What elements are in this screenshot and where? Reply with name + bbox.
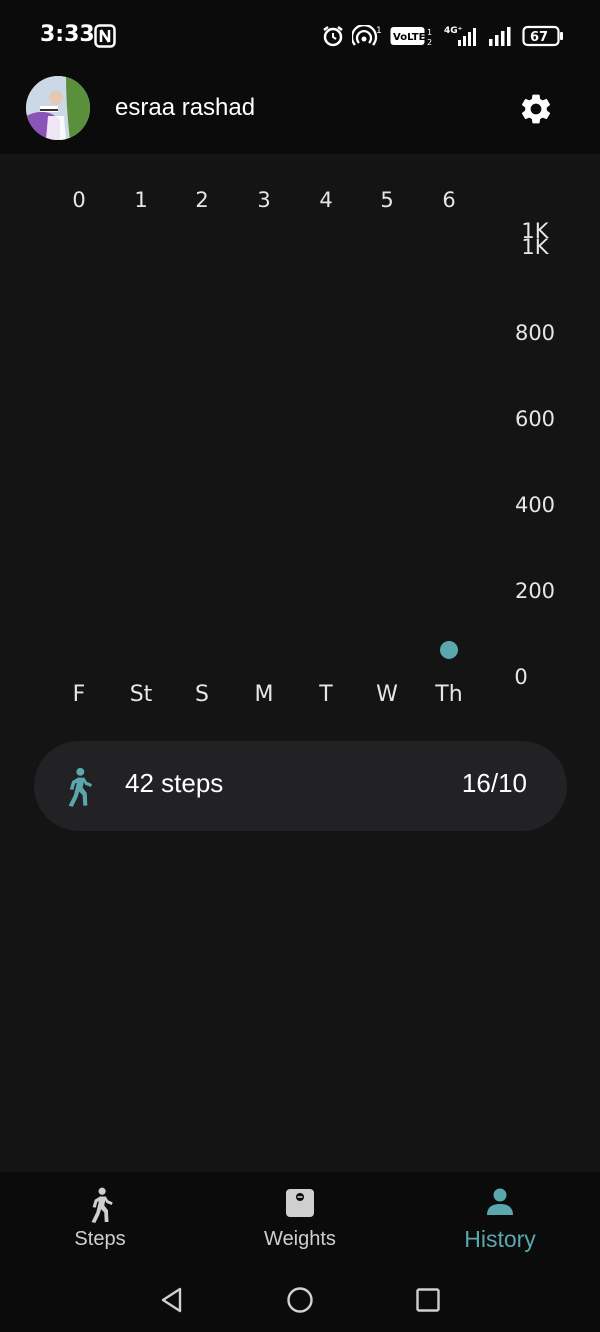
status-time: 3:33 [40, 22, 95, 47]
volte-icon: VoLTE 1 2 [390, 25, 436, 51]
hotspot-icon: 1 [350, 23, 382, 51]
day-category-label: S [195, 682, 209, 707]
gear-icon [518, 94, 554, 131]
x-top-tick-label: 2 [195, 188, 208, 212]
bottom-nav: Steps Weights History [0, 1172, 600, 1268]
avatar[interactable] [26, 76, 90, 140]
x-top-tick-label: 3 [257, 188, 270, 212]
data-point[interactable] [440, 640, 458, 659]
nfc-icon [94, 24, 116, 52]
home-icon[interactable] [286, 1286, 314, 1318]
x-top-tick-label: 6 [442, 188, 455, 212]
day-category-label: M [255, 682, 274, 707]
y-tick-label: 400 [515, 493, 555, 517]
recents-icon[interactable] [414, 1286, 442, 1318]
y-tick-label: 200 [515, 579, 555, 603]
signal-icon [488, 25, 514, 51]
day-category-label: Th [434, 682, 462, 707]
scale-icon [284, 1187, 316, 1223]
day-category-label: F [73, 682, 86, 707]
x-top-tick-label: 4 [319, 188, 332, 212]
day-category-label: St [130, 682, 153, 707]
user-name: esraa rashad [115, 94, 256, 121]
chart-svg: 0 1 2 3 4 5 6F St S M T W Th02004006008001K1K [72, 188, 555, 707]
y-tick-label: 0 [514, 665, 527, 689]
svg-text:67: 67 [530, 30, 548, 45]
status-bar: 3:33 1 VoLTE 1 2 4G⁺ 67 [0, 0, 600, 74]
x-top-tick-label: 5 [380, 188, 393, 212]
svg-text:1: 1 [427, 28, 432, 37]
status-icons: 1 VoLTE 1 2 4G⁺ 67 [322, 23, 564, 52]
settings-button[interactable] [518, 91, 554, 127]
nav-weights[interactable]: Weights [200, 1172, 400, 1268]
day-category-label: W [376, 682, 398, 707]
day-category-label: T [318, 682, 333, 707]
app-header: esraa rashad [0, 74, 600, 154]
back-icon[interactable] [158, 1286, 186, 1318]
steps-count: 42 steps [125, 768, 224, 798]
person-icon [485, 1187, 515, 1221]
system-navigation-bar [0, 1268, 600, 1332]
x-top-tick-label: 0 [72, 188, 85, 212]
y-tick-label: 800 [515, 321, 555, 345]
y-tick-label: 600 [515, 407, 555, 431]
alarm-icon [322, 25, 344, 51]
steps-history-chart: 0 1 2 3 4 5 6 F St S M T W Th 0 200 400 600 800 1K 1K [0, 154, 600, 724]
nav-steps-label: Steps [74, 1228, 126, 1250]
nav-history-label: History [464, 1226, 536, 1252]
svg-text:VoLTE: VoLTE [393, 32, 426, 43]
nav-history[interactable]: History [400, 1172, 600, 1268]
battery-icon: 67 [522, 25, 564, 51]
x-top-tick-label: 1 [134, 188, 147, 212]
y-tick-label: 1K [521, 235, 549, 259]
summary-date: 16/10 [461, 768, 527, 798]
svg-text:2: 2 [427, 38, 432, 47]
nav-steps[interactable]: Steps [0, 1172, 200, 1268]
svg-text:1: 1 [376, 26, 382, 36]
network-signal-icon: 4G⁺ [444, 24, 480, 52]
walk-icon [64, 767, 92, 811]
day-summary-card[interactable]: 42 steps 16/10 [34, 741, 567, 831]
svg-text:4G⁺: 4G⁺ [444, 26, 463, 36]
nav-weights-label: Weights [264, 1228, 336, 1250]
walk-icon [87, 1187, 113, 1227]
